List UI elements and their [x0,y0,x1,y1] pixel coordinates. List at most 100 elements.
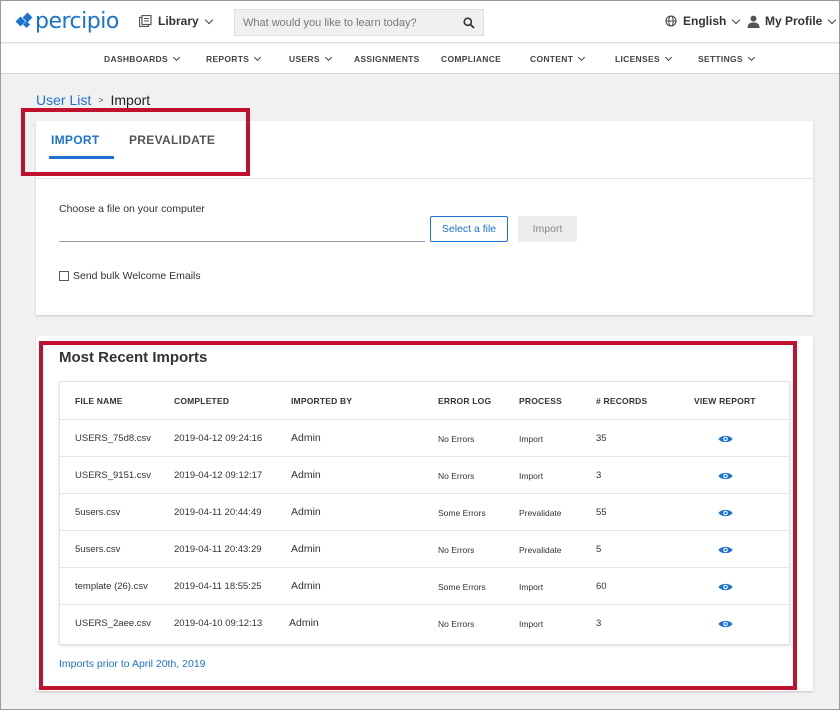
percipio-logo[interactable]: percipio [15,9,119,34]
welcome-email-option[interactable]: Send bulk Welcome Emails [59,270,201,282]
cell-process: Import [519,434,544,444]
cell-imported-by: Admin [291,469,321,481]
chevron-down-icon [664,53,672,62]
older-imports-link[interactable]: Imports prior to April 20th, 2019 [59,658,206,670]
cell-records: 35 [596,433,607,444]
search-input[interactable] [235,10,457,35]
nav-label: COMPLIANCE [441,54,502,64]
cell-file-name: USERS_2aee.csv [75,618,152,629]
library-icon [139,15,152,27]
cell-imported-by: Admin [289,617,319,629]
globe-icon [665,15,677,27]
chevron-down-icon [578,53,586,62]
cell-file-name: USERS_75d8.csv [75,433,152,444]
cell-error-log: No Errors [438,545,475,555]
cell-file-name: template (26).csv [75,581,148,592]
logo-text: percipio [35,9,119,34]
chevron-down-icon [172,53,180,62]
view-report-icon[interactable] [718,471,733,481]
cell-file-name: 5users.csv [75,544,121,555]
cell-completed: 2019-04-12 09:24:16 [174,433,263,444]
file-path-field[interactable] [59,241,425,242]
select-file-button[interactable]: Select a file [430,216,508,242]
chevron-down-icon [747,53,755,62]
import-button[interactable]: Import [518,216,577,242]
language-menu[interactable]: English [665,14,741,28]
welcome-email-label: Send bulk Welcome Emails [73,270,201,282]
breadcrumb-current: Import [110,92,151,108]
cell-error-log: No Errors [438,434,475,444]
nav-settings[interactable]: SETTINGS [698,53,755,64]
nav-reports[interactable]: REPORTS [206,53,262,64]
chevron-down-icon [828,15,837,24]
user-icon [747,15,760,28]
table-header: FILE NAME COMPLETED IMPORTED BY ERROR LO… [60,382,789,420]
breadcrumb-user-list[interactable]: User List [36,92,91,108]
chevron-down-icon [732,15,741,24]
breadcrumb: User List > Import [36,92,150,108]
view-report-icon[interactable] [718,508,733,518]
view-report-icon[interactable] [718,545,733,555]
admin-nav: DASHBOARDS REPORTS USERS ASSIGNMENTS COM… [1,44,839,74]
column-header: ERROR LOG [438,396,492,406]
language-label: English [683,14,727,28]
cell-records: 60 [596,581,607,592]
cell-records: 55 [596,507,607,518]
import-tabs: IMPORT PREVALIDATE [36,121,813,179]
chevron-down-icon [204,15,213,24]
cell-completed: 2019-04-12 09:12:17 [174,470,263,481]
top-header: percipio Library What would you like to … [1,1,839,43]
cell-process: Prevalidate [519,508,562,518]
nav-label: LICENSES [615,54,660,64]
cell-records: 3 [596,618,602,629]
nav-dashboards[interactable]: DASHBOARDS [104,53,180,64]
recent-imports-card: Most Recent Imports FILE NAME COMPLETED … [36,336,813,691]
cell-file-name: USERS_9151.csv [75,470,152,481]
nav-licenses[interactable]: LICENSES [615,53,672,64]
column-header: FILE NAME [75,396,123,406]
column-header: IMPORTED BY [291,396,353,406]
nav-label: ASSIGNMENTS [354,54,420,64]
table-row: template (26).csv 2019-04-11 18:55:25 Ad… [60,568,789,605]
table-row: 5users.csv 2019-04-11 20:44:49 Admin Som… [60,494,789,531]
nav-assignments[interactable]: ASSIGNMENTS [354,54,420,64]
table-row: USERS_75d8.csv 2019-04-12 09:24:16 Admin… [60,420,789,457]
view-report-icon[interactable] [718,434,733,444]
cell-imported-by: Admin [291,506,321,518]
chevron-down-icon [254,53,262,62]
import-card: IMPORT PREVALIDATE Choose a file on your… [36,121,813,315]
nav-label: DASHBOARDS [104,54,168,64]
cell-process: Prevalidate [519,545,562,555]
nav-users[interactable]: USERS [289,53,332,64]
section-title: Most Recent Imports [59,349,208,366]
profile-menu[interactable]: My Profile [747,14,837,28]
column-header: VIEW REPORT [694,396,756,406]
nav-compliance[interactable]: COMPLIANCE [441,54,501,64]
view-report-icon[interactable] [718,582,733,592]
cell-process: Import [519,619,544,629]
library-menu[interactable]: Library [139,14,213,28]
choose-file-label: Choose a file on your computer [59,203,205,215]
table-row: USERS_9151.csv 2019-04-12 09:12:17 Admin… [60,457,789,494]
tab-import[interactable]: IMPORT [51,133,99,147]
app-window: percipio Library What would you like to … [0,0,840,710]
cell-process: Import [519,582,544,592]
table-row: USERS_2aee.csv 2019-04-10 09:12:13 Admin… [60,605,789,642]
search-button[interactable] [455,10,483,35]
tab-prevalidate[interactable]: PREVALIDATE [129,133,215,147]
nav-content[interactable]: CONTENT [530,53,586,64]
library-label: Library [158,14,199,28]
cell-error-log: Some Errors [438,582,486,592]
search-bar [234,9,484,36]
view-report-icon[interactable] [718,619,733,629]
nav-label: SETTINGS [698,54,743,64]
imports-table: FILE NAME COMPLETED IMPORTED BY ERROR LO… [59,381,790,645]
cell-completed: 2019-04-11 20:43:29 [174,544,262,555]
cell-records: 5 [596,544,602,555]
welcome-email-checkbox[interactable] [59,271,69,281]
nav-label: REPORTS [206,54,250,64]
cell-completed: 2019-04-10 09:12:13 [174,618,263,629]
cell-records: 3 [596,470,602,481]
nav-label: USERS [289,54,320,64]
cell-imported-by: Admin [291,580,321,592]
